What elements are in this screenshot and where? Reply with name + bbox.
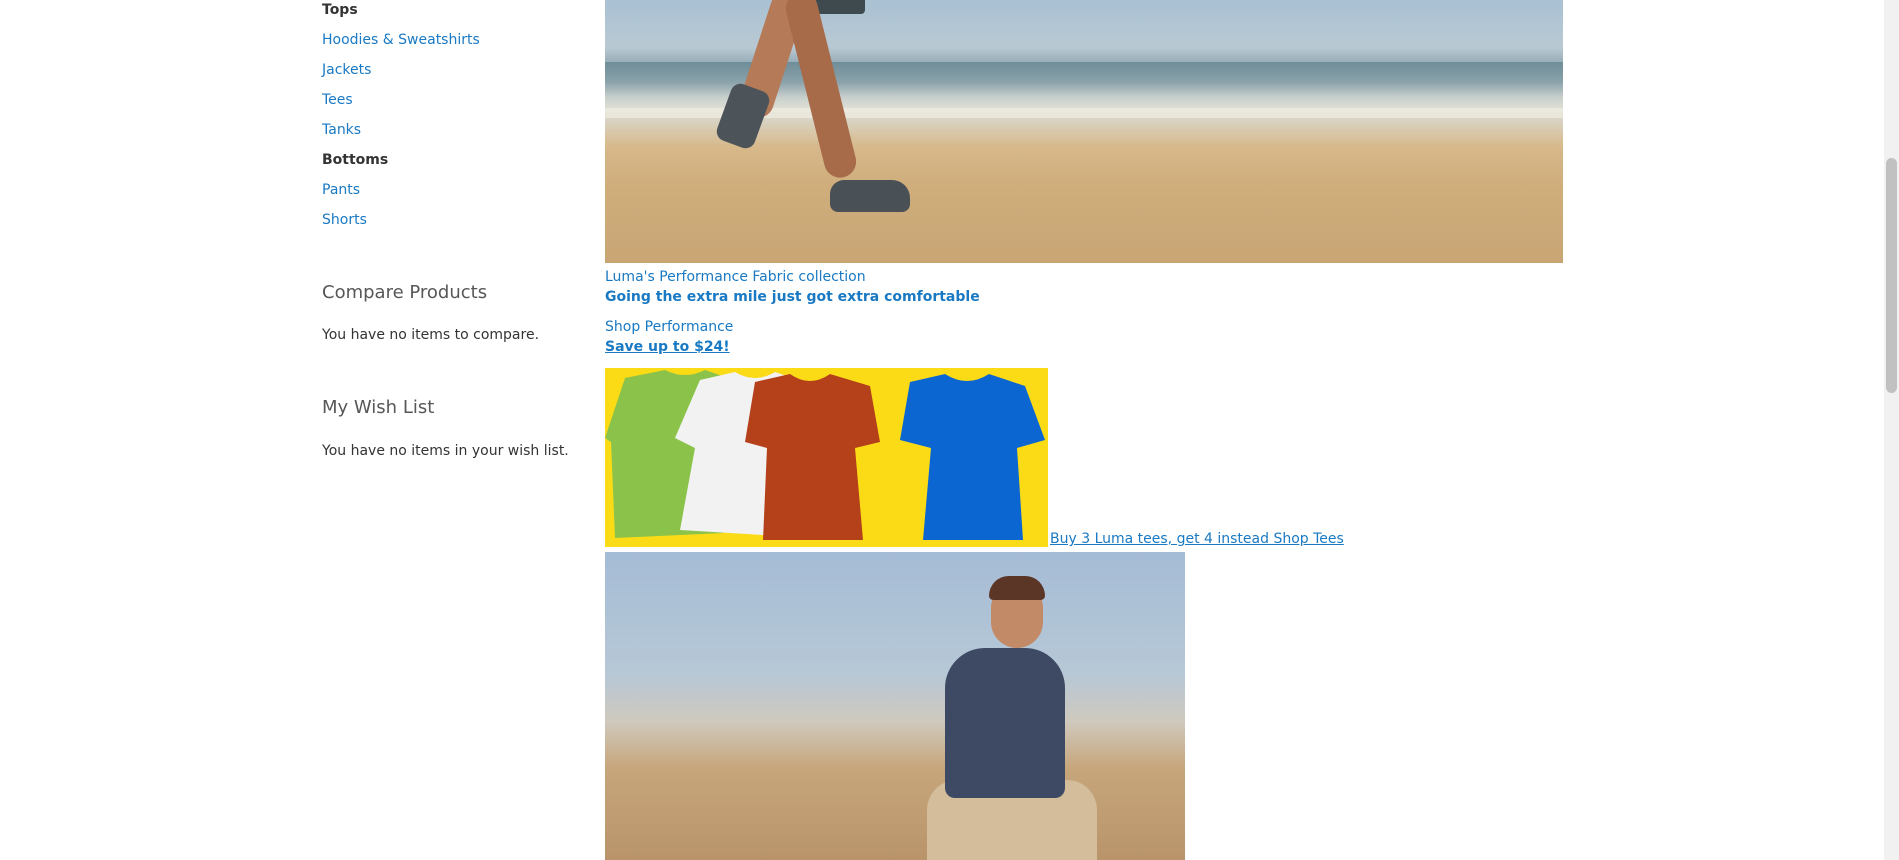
shop-tees-link[interactable]: Buy 3 Luma tees, get 4 instead Shop Tees <box>1050 531 1344 547</box>
vertical-scrollbar[interactable] <box>1884 0 1899 860</box>
sidebar-item-pants[interactable]: Pants <box>322 182 360 198</box>
sidebar-item-tanks[interactable]: Tanks <box>322 122 361 138</box>
wishlist-empty-text: You have no items in your wish list. <box>322 443 569 459</box>
wishlist-title: My Wish List <box>322 397 435 418</box>
performance-hero-image[interactable] <box>605 0 1563 263</box>
shop-performance-link[interactable]: Shop Performance <box>605 319 733 335</box>
save-up-to-link[interactable]: Save up to $24! <box>605 339 730 355</box>
sidebar-item-tees[interactable]: Tees <box>322 92 353 108</box>
tees-promo-image[interactable] <box>605 368 1048 547</box>
category-group-bottoms: Bottoms <box>322 152 389 168</box>
sidebar-item-hoodies-sweatshirts[interactable]: Hoodies & Sweatshirts <box>322 32 480 48</box>
scrollbar-thumb[interactable] <box>1886 158 1897 393</box>
compare-products-empty-text: You have no items to compare. <box>322 327 540 343</box>
sidebar-item-jackets[interactable]: Jackets <box>322 62 371 78</box>
sidebar-item-shorts[interactable]: Shorts <box>322 212 367 228</box>
performance-subtitle-link[interactable]: Going the extra mile just got extra comf… <box>605 289 980 305</box>
category-group-tops: Tops <box>322 2 358 18</box>
tee-blue <box>900 374 1045 540</box>
performance-collection-link[interactable]: Luma's Performance Fabric collection <box>605 269 866 285</box>
men-hoodie-promo-image[interactable] <box>605 552 1185 860</box>
compare-products-title: Compare Products <box>322 282 488 303</box>
